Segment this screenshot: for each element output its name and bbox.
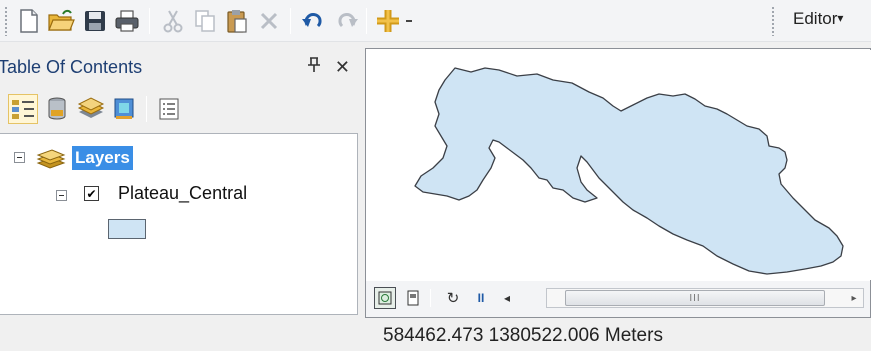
check-icon: ✔ [86, 186, 97, 201]
pause-drawing-button[interactable]: II [470, 287, 492, 309]
toc-toolbar-separator [146, 96, 147, 122]
page-layout-icon [407, 290, 419, 306]
collapse-layers-toggle[interactable] [14, 152, 25, 163]
toc-title-actions: ✕ [307, 57, 350, 78]
data-view-button[interactable] [374, 287, 396, 309]
refresh-button[interactable]: ↻ [442, 287, 464, 309]
cut-button[interactable] [158, 6, 188, 36]
scrollbar-grip: III [689, 292, 701, 304]
save-button[interactable] [80, 6, 110, 36]
undo-icon [302, 13, 322, 28]
selection-icon [114, 98, 134, 119]
layers-group-label[interactable]: Layers [72, 146, 133, 170]
layers-group-icon [36, 149, 66, 169]
editor-menu[interactable]: Editor▾ [793, 9, 843, 29]
chevron-down-icon: ▾ [837, 11, 844, 25]
scroll-right-button[interactable]: ▸ [845, 289, 863, 307]
toc-tree-panel: Layers ✔ Plateau_Central [0, 133, 358, 315]
toc-title-bar: Table Of Contents ✕ [0, 48, 358, 86]
standard-toolbar: Editor▾ [0, 0, 871, 42]
toolbar-separator [366, 8, 367, 34]
list-by-selection-button[interactable] [110, 94, 140, 124]
map-view-toolbar: ↻ II ◂ III ▸ [366, 281, 870, 317]
paste-icon [227, 10, 247, 33]
layer-stack-icon [77, 97, 105, 118]
delete-button[interactable] [254, 6, 284, 36]
open-button[interactable] [46, 6, 76, 36]
list-by-source-button[interactable] [42, 94, 72, 124]
map-horizontal-scrollbar[interactable]: III ▸ [546, 288, 864, 308]
new-document-button[interactable] [14, 6, 44, 36]
toolbar-grip[interactable] [771, 6, 775, 36]
map-canvas[interactable] [367, 50, 871, 280]
pause-icon: II [477, 291, 485, 305]
layer-visibility-checkbox[interactable]: ✔ [84, 186, 99, 201]
toc-title: Table Of Contents [0, 56, 143, 77]
collapse-layer-toggle[interactable] [56, 190, 67, 201]
redo-icon [338, 13, 358, 28]
redo-button[interactable] [332, 6, 362, 36]
list-by-drawing-order-button[interactable] [8, 94, 38, 124]
globe-icon [378, 291, 392, 305]
add-data-icon [377, 10, 412, 32]
toc-options-button[interactable] [154, 94, 184, 124]
save-icon [85, 11, 105, 31]
map-toolbar-separator [430, 289, 431, 307]
undo-button[interactable] [298, 6, 328, 36]
print-icon [115, 10, 139, 32]
toolbar-separator [290, 8, 291, 34]
close-icon[interactable]: ✕ [335, 57, 350, 78]
print-button[interactable] [112, 6, 142, 36]
editor-menu-label: Editor [793, 9, 838, 28]
scroll-right-icon: ▸ [851, 292, 857, 304]
coordinate-readout: 584462.473 1380522.006 Meters [383, 325, 663, 346]
scissors-icon [163, 10, 183, 33]
database-icon [48, 97, 66, 120]
delete-icon [260, 12, 278, 30]
scroll-left-button[interactable]: ◂ [496, 287, 518, 309]
drawing-order-icon [12, 100, 34, 119]
paste-button[interactable] [222, 6, 252, 36]
layout-view-button[interactable] [402, 287, 424, 309]
new-document-icon [20, 9, 38, 33]
add-data-button[interactable] [374, 6, 418, 36]
layer-name[interactable]: Plateau_Central [118, 182, 247, 204]
scrollbar-thumb[interactable]: III [565, 290, 825, 306]
map-svg [414, 67, 844, 275]
scroll-left-icon: ◂ [503, 291, 511, 305]
pin-icon[interactable] [307, 56, 321, 78]
copy-button[interactable] [190, 6, 220, 36]
folder-open-icon [48, 9, 75, 31]
toc-toolbar [0, 90, 358, 128]
refresh-icon: ↻ [446, 290, 460, 307]
plateau-central-polygon[interactable] [414, 67, 844, 275]
toolbar-grip[interactable] [4, 6, 8, 36]
list-by-visibility-button[interactable] [76, 94, 106, 124]
status-bar: 584462.473 1380522.006 Meters [0, 318, 871, 351]
map-view: ↻ II ◂ III ▸ [365, 48, 871, 318]
copy-icon [195, 10, 215, 32]
toolbar-separator [149, 8, 150, 34]
options-icon [159, 98, 179, 120]
layer-legend-swatch[interactable] [108, 219, 146, 239]
